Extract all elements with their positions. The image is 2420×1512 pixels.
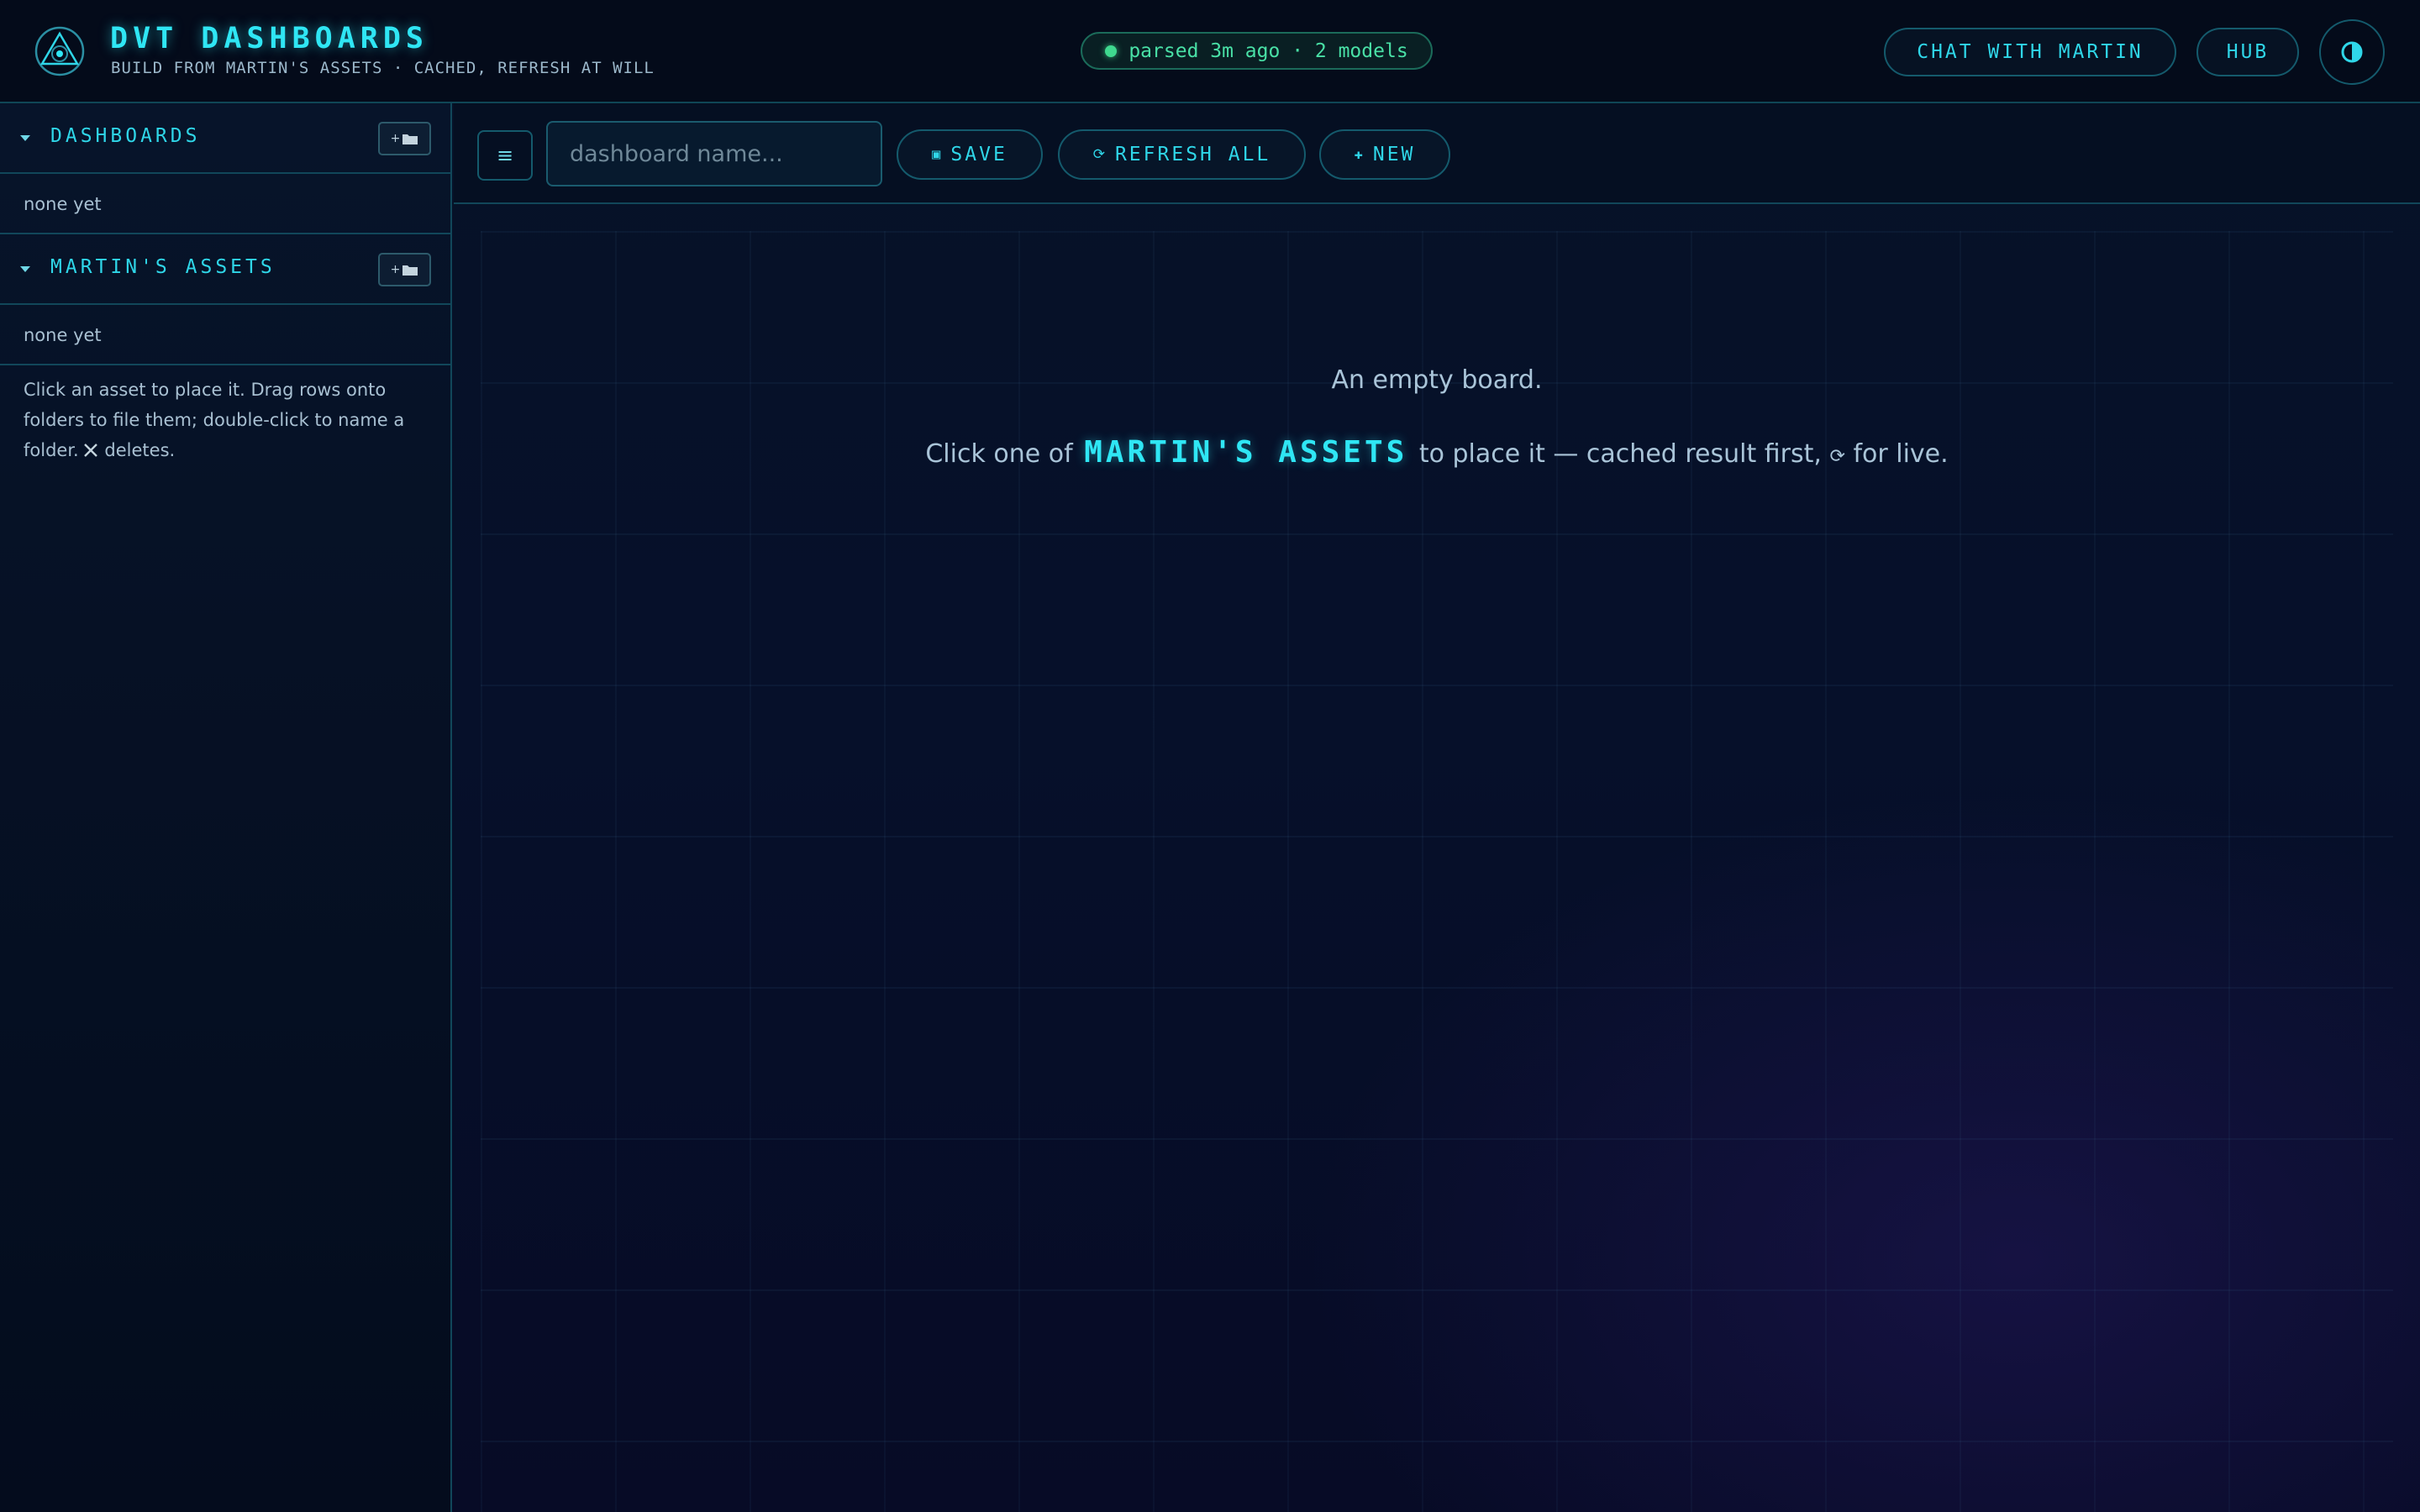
app-subtitle: BUILD FROM MARTIN'S ASSETS · CACHED, REF…: [111, 59, 655, 77]
top-header: DVT DASHBOARDS BUILD FROM MARTIN'S ASSET…: [0, 0, 2420, 103]
plus-icon: ✚: [1354, 146, 1363, 163]
parse-status-badge: parsed 3m ago · 2 models: [1081, 32, 1433, 70]
save-button[interactable]: ▣ SAVE: [897, 129, 1043, 180]
dashboard-canvas[interactable]: [481, 231, 2393, 1512]
new-dashboard-folder-button[interactable]: +: [378, 122, 431, 155]
assets-list: none yet: [0, 307, 450, 365]
board-toolbar: ≡ ▣ SAVE ⟳ REFRESH ALL ✚ NEW: [454, 103, 2420, 204]
dashboards-empty-text: none yet: [24, 194, 102, 214]
dashboard-name-input[interactable]: [546, 121, 882, 186]
hint-suffix: for live.: [1853, 439, 1949, 469]
dashboards-list: none yet: [0, 176, 450, 234]
refresh-icon: ⟳: [1829, 446, 1845, 467]
contrast-icon: [2341, 41, 2363, 63]
refresh-icon: ⟳: [1092, 146, 1105, 163]
save-icon: ▣: [932, 146, 941, 163]
dashboards-section-header[interactable]: DASHBOARDS +: [0, 103, 450, 174]
new-asset-folder-button[interactable]: +: [378, 253, 431, 286]
hint-assets-link: MARTIN'S ASSETS: [1084, 435, 1408, 470]
assets-empty-text: none yet: [24, 325, 102, 345]
plus-label: +: [390, 132, 401, 145]
hub-button[interactable]: HUB: [2196, 28, 2299, 76]
new-label: NEW: [1372, 144, 1416, 165]
assets-section-header[interactable]: MARTIN'S ASSETS +: [0, 234, 450, 305]
chat-with-martin-button[interactable]: CHAT WITH MARTIN: [1884, 28, 2176, 76]
help-text: Click an asset to place it. Drag rows on…: [24, 380, 405, 460]
save-label: SAVE: [950, 144, 1007, 165]
menu-icon: ≡: [496, 144, 514, 167]
hint-middle: to place it — cached result first,: [1418, 439, 1822, 469]
close-x-icon: [83, 444, 97, 457]
sidebar-help-text: Click an asset to place it. Drag rows on…: [24, 375, 435, 465]
app-window: DVT DASHBOARDS BUILD FROM MARTIN'S ASSET…: [0, 0, 2420, 1512]
hint-prefix: Click one of: [925, 439, 1073, 469]
sidebar: DASHBOARDS + none yet MARTIN'S ASSETS +: [0, 103, 452, 1512]
plus-label: +: [390, 263, 401, 276]
dashboards-section-title: DASHBOARDS: [50, 125, 201, 147]
empty-board-title: An empty board.: [1331, 365, 1543, 395]
theme-toggle-button[interactable]: [2319, 19, 2385, 85]
collapse-caret-icon[interactable]: [20, 135, 30, 141]
empty-board-hint: Click one of MARTIN'S ASSETS to place it…: [454, 435, 2420, 470]
assets-section-title: MARTIN'S ASSETS: [50, 256, 276, 278]
collapse-caret-icon[interactable]: [20, 266, 30, 272]
help-suffix: deletes.: [104, 440, 176, 460]
new-dashboard-button[interactable]: ✚ NEW: [1319, 129, 1450, 180]
app-title: DVT DASHBOARDS: [110, 22, 429, 55]
status-dot-icon: [1105, 45, 1118, 57]
refresh-label: REFRESH ALL: [1114, 144, 1271, 165]
status-text: parsed 3m ago · 2 models: [1128, 39, 1408, 62]
logo-icon: [34, 26, 85, 76]
menu-button[interactable]: ≡: [477, 130, 533, 181]
folder-icon: [402, 265, 418, 276]
folder-icon: [402, 134, 418, 144]
refresh-all-button[interactable]: ⟳ REFRESH ALL: [1058, 129, 1306, 180]
